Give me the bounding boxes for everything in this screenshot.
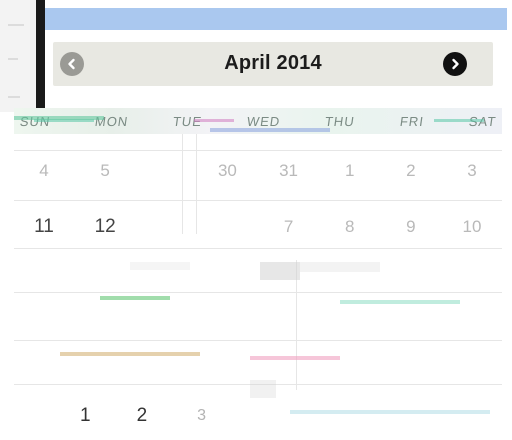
day-cell[interactable]: 5	[75, 161, 135, 181]
glitch-stripe	[60, 352, 200, 356]
page-link-3[interactable]: 3	[191, 405, 212, 427]
page-link-1[interactable]: 1	[74, 403, 97, 429]
day-cell[interactable]: 31	[259, 161, 319, 181]
grid-line	[14, 340, 502, 341]
month-title: April 2014	[224, 52, 322, 74]
glitch-stripe	[100, 296, 170, 300]
glitch-stripe	[250, 356, 340, 360]
grid-line	[14, 200, 502, 201]
weekday-label: FRI	[398, 113, 425, 129]
glitch-stripe	[210, 128, 330, 132]
day-cell[interactable]: 4	[14, 161, 74, 181]
day-cell[interactable]: 10	[442, 217, 502, 237]
day-cell[interactable]: 2	[381, 161, 441, 181]
day-cell[interactable]: 1	[320, 161, 380, 181]
chevron-right-icon	[452, 58, 459, 70]
noise-block	[260, 262, 300, 280]
grid-line	[14, 248, 502, 249]
day-cell[interactable]: 30	[197, 161, 257, 181]
glitch-stripe	[434, 119, 484, 122]
calendar-header: April 2014	[53, 42, 493, 86]
strip-tick	[8, 58, 18, 60]
left-strip	[0, 0, 37, 112]
day-cell[interactable]: 7	[259, 217, 319, 237]
weekday-label: THU	[324, 113, 357, 129]
glitch-stripe	[14, 116, 104, 120]
grid-line	[14, 150, 502, 151]
noise-block	[130, 262, 190, 270]
strip-tick	[8, 96, 20, 98]
day-cell[interactable]: 9	[381, 217, 441, 237]
grid-line	[14, 292, 502, 293]
dark-side-bar	[36, 0, 45, 112]
calendar-week-row: 11 12 7 8 9 10	[14, 212, 502, 242]
calendar-week-row: 4 5 30 31 1 2 3	[14, 156, 502, 186]
page-link-2[interactable]: 2	[131, 403, 154, 429]
day-cell[interactable]: 8	[320, 217, 380, 237]
strip-tick	[8, 24, 24, 26]
glitch-stripe	[194, 119, 234, 122]
top-banner	[45, 8, 507, 30]
day-cell[interactable]: 12	[75, 216, 135, 238]
noise-block	[300, 262, 380, 272]
next-month-button[interactable]	[443, 52, 467, 76]
day-cell[interactable]: 11	[14, 216, 74, 238]
day-cell[interactable]: 3	[442, 161, 502, 181]
glitch-stripe	[340, 300, 460, 304]
pagination: 1 2 3	[0, 396, 512, 436]
weekday-label: WED	[246, 113, 282, 129]
